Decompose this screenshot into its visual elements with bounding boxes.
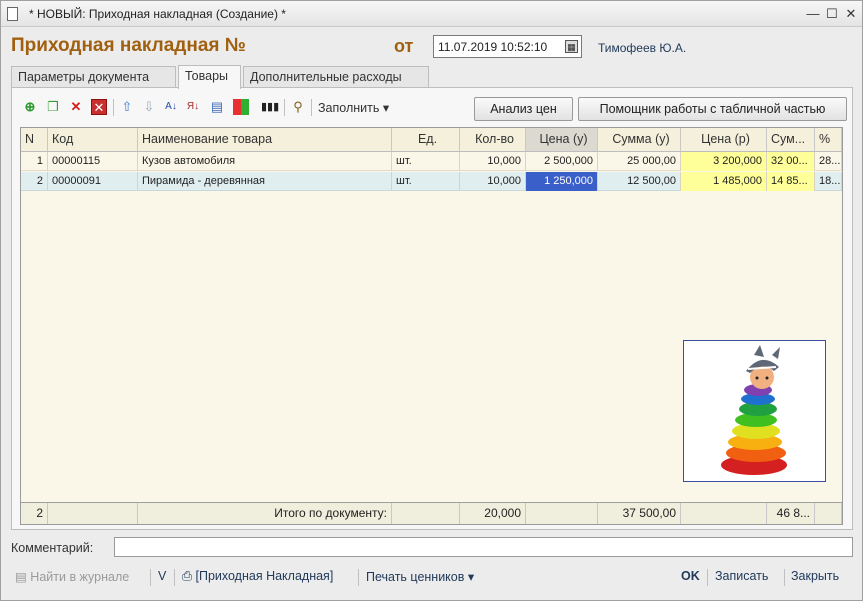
cell-sum-r: 32 00... bbox=[767, 152, 815, 171]
column-header[interactable]: % bbox=[815, 128, 842, 152]
pyramid-toy-image bbox=[721, 345, 787, 475]
copy-icon[interactable]: ❐ bbox=[45, 99, 61, 115]
barcode-icon[interactable]: ▮▮▮ bbox=[261, 99, 279, 115]
close-button[interactable]: Закрыть bbox=[791, 569, 839, 583]
ok-button[interactable]: OK bbox=[681, 569, 700, 583]
toolbar-separator bbox=[311, 99, 312, 116]
column-header[interactable]: Цена (р) bbox=[681, 128, 767, 152]
product-image[interactable] bbox=[683, 340, 826, 482]
cell-code: 00000115 bbox=[48, 152, 138, 171]
sort-asc-icon[interactable]: A↓ bbox=[163, 99, 179, 115]
user-name[interactable]: Тимофеев Ю.А. bbox=[598, 41, 686, 55]
move-down-icon[interactable]: ⇩ bbox=[141, 99, 157, 115]
maximize-icon[interactable]: ☐ bbox=[823, 5, 841, 23]
cell-price-u-selected[interactable]: 1 250,000 bbox=[526, 172, 598, 191]
tab-goods[interactable]: Товары bbox=[178, 65, 241, 89]
footer-cell bbox=[392, 503, 460, 524]
cell-sum-u: 25 000,00 bbox=[598, 152, 681, 171]
print-document-button[interactable]: ⎙ [Приходная Накладная] bbox=[182, 569, 333, 584]
bottom-separator bbox=[707, 569, 708, 586]
cell-sum-u: 12 500,00 bbox=[598, 172, 681, 191]
document-icon bbox=[7, 7, 18, 21]
minimize-icon[interactable]: — bbox=[804, 5, 822, 23]
color-icon[interactable] bbox=[233, 99, 249, 115]
column-header[interactable]: Код bbox=[48, 128, 138, 152]
cell-percent: 18... bbox=[815, 172, 842, 191]
footer-cell bbox=[48, 503, 138, 524]
column-header[interactable]: Цена (у) bbox=[526, 128, 598, 152]
column-header[interactable]: Кол-во bbox=[460, 128, 526, 152]
window-title: * НОВЫЙ: Приходная накладная (Создание) … bbox=[29, 7, 286, 21]
footer-cell bbox=[681, 503, 767, 524]
bottom-separator bbox=[358, 569, 359, 586]
table-row[interactable]: 1 00000115 Кузов автомобиля шт. 10,000 2… bbox=[21, 152, 842, 171]
cell-qty: 10,000 bbox=[460, 172, 526, 191]
tab-parameters[interactable]: Параметры документа bbox=[11, 66, 176, 88]
footer-cell bbox=[526, 503, 598, 524]
comment-input[interactable] bbox=[114, 537, 853, 557]
cell-price-r: 3 200,000 bbox=[681, 152, 767, 171]
table-row[interactable]: 2 00000091 Пирамида - деревянная шт. 10,… bbox=[21, 172, 842, 191]
cell-price-r: 1 485,000 bbox=[681, 172, 767, 191]
bottom-separator bbox=[784, 569, 785, 586]
journal-icon: ▤ bbox=[15, 570, 27, 584]
column-header[interactable]: Сумма (у) bbox=[598, 128, 681, 152]
main-window: * НОВЫЙ: Приходная накладная (Создание) … bbox=[0, 0, 863, 601]
add-icon[interactable]: ⊕ bbox=[22, 99, 38, 115]
footer-qty: 20,000 bbox=[460, 503, 526, 524]
document-title: Приходная накладная № bbox=[11, 35, 246, 56]
cell-unit: шт. bbox=[392, 172, 460, 191]
save-button[interactable]: Записать bbox=[715, 569, 768, 583]
table-footer: 2 Итого по документу: 20,000 37 500,00 4… bbox=[21, 502, 842, 524]
cell-price-u: 2 500,000 bbox=[526, 152, 598, 171]
footer-sum-r: 46 8... bbox=[767, 503, 815, 524]
cell-sum-r: 14 85... bbox=[767, 172, 815, 191]
bottom-separator bbox=[174, 569, 175, 586]
cell-percent: 28... bbox=[815, 152, 842, 171]
cell-name: Пирамида - деревянная bbox=[138, 172, 392, 191]
printer-icon: ⎙ bbox=[182, 569, 193, 583]
column-header[interactable]: N bbox=[21, 128, 48, 152]
clear-icon[interactable]: ✕ bbox=[91, 99, 107, 115]
date-value: 11.07.2019 10:52:10 bbox=[438, 40, 548, 54]
column-header[interactable]: Сум... bbox=[767, 128, 815, 152]
footer-label: Итого по документу: bbox=[138, 503, 392, 524]
footer-cell bbox=[815, 503, 842, 524]
title-bar: * НОВЫЙ: Приходная накладная (Создание) … bbox=[1, 1, 862, 27]
tab-extra-costs[interactable]: Дополнительные расходы bbox=[243, 66, 429, 88]
calendar-icon[interactable]: ▦ bbox=[565, 40, 578, 53]
v-button[interactable]: V bbox=[158, 569, 166, 583]
cell-code: 00000091 bbox=[48, 172, 138, 191]
date-input[interactable]: 11.07.2019 10:52:10 ▦ bbox=[433, 35, 582, 58]
delete-icon[interactable]: ✕ bbox=[68, 99, 84, 115]
table-helper-button[interactable]: Помощник работы с табличной частью bbox=[578, 97, 847, 121]
date-label: от bbox=[394, 36, 414, 56]
comment-label: Комментарий: bbox=[11, 541, 94, 555]
print-price-tags-button[interactable]: Печать ценников ▾ bbox=[366, 569, 474, 584]
cell-qty: 10,000 bbox=[460, 152, 526, 171]
cell-unit: шт. bbox=[392, 152, 460, 171]
find-in-journal-button[interactable]: ▤ Найти в журнале bbox=[15, 569, 129, 584]
close-icon[interactable]: ✕ bbox=[842, 5, 860, 23]
user-search-icon[interactable]: ⚲ bbox=[290, 99, 306, 115]
bottom-separator bbox=[150, 569, 151, 586]
cell-n: 2 bbox=[21, 172, 48, 191]
cell-n: 1 bbox=[21, 152, 48, 171]
column-header[interactable]: Ед. bbox=[392, 128, 460, 152]
column-header[interactable]: Наименование товара bbox=[138, 128, 392, 152]
footer-count: 2 bbox=[21, 503, 48, 524]
move-up-icon[interactable]: ⇧ bbox=[119, 99, 135, 115]
footer-sum-u: 37 500,00 bbox=[598, 503, 681, 524]
fill-button[interactable]: Заполнить ▾ bbox=[318, 100, 389, 115]
sort-desc-icon[interactable]: Я↓ bbox=[185, 99, 201, 115]
price-analysis-button[interactable]: Анализ цен bbox=[474, 97, 573, 121]
toolbar-separator bbox=[113, 99, 114, 116]
toolbar-separator bbox=[284, 99, 285, 116]
cell-name: Кузов автомобиля bbox=[138, 152, 392, 171]
save-table-icon[interactable]: ▤ bbox=[209, 99, 225, 115]
